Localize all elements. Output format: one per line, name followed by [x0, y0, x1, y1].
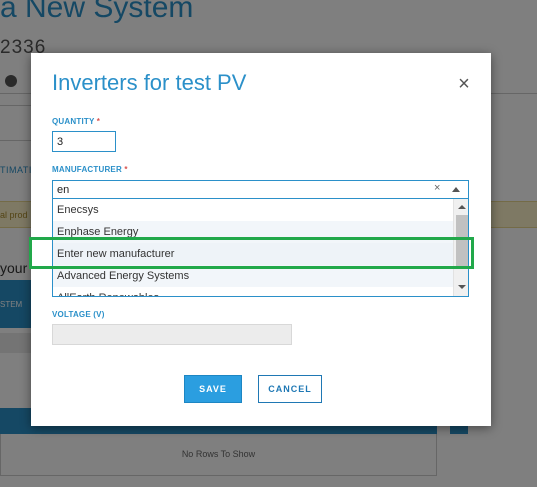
chevron-up-icon[interactable]: [452, 187, 460, 192]
manufacturer-label-text: MANUFACTURER: [52, 165, 122, 174]
dropdown-option[interactable]: Advanced Energy Systems: [53, 265, 453, 287]
quantity-label-text: QUANTITY: [52, 117, 95, 126]
quantity-input[interactable]: [52, 131, 116, 152]
dropdown-option-enter-new[interactable]: Enter new manufacturer: [53, 243, 453, 265]
close-icon[interactable]: ×: [455, 74, 473, 94]
voltage-input[interactable]: [52, 324, 292, 345]
scroll-up-icon[interactable]: [458, 205, 466, 209]
manufacturer-dropdown-list: Enecsys Enphase Energy Enter new manufac…: [52, 199, 469, 297]
manufacturer-typed-text[interactable]: en: [57, 184, 69, 196]
dropdown-option[interactable]: Enphase Energy: [53, 221, 453, 243]
required-mark: *: [96, 117, 101, 126]
inverter-modal: Inverters for test PV × QUANTITY * MANUF…: [31, 53, 491, 426]
quantity-label: QUANTITY *: [52, 117, 100, 126]
dropdown-scrollbar[interactable]: [453, 199, 468, 296]
clear-icon[interactable]: ×: [434, 182, 440, 194]
manufacturer-label: MANUFACTURER *: [52, 165, 128, 174]
dropdown-option[interactable]: Enecsys: [53, 199, 453, 221]
voltage-label: VOLTAGE (V): [52, 310, 105, 319]
cancel-button[interactable]: CANCEL: [258, 375, 322, 403]
scroll-down-icon[interactable]: [458, 285, 466, 289]
required-mark: *: [124, 165, 128, 174]
dropdown-option[interactable]: AllEarth Renewables: [53, 287, 453, 296]
manufacturer-combobox[interactable]: en ×: [52, 180, 469, 199]
scrollbar-thumb[interactable]: [456, 215, 468, 267]
save-button[interactable]: SAVE: [184, 375, 242, 403]
modal-title: Inverters for test PV: [52, 70, 247, 95]
